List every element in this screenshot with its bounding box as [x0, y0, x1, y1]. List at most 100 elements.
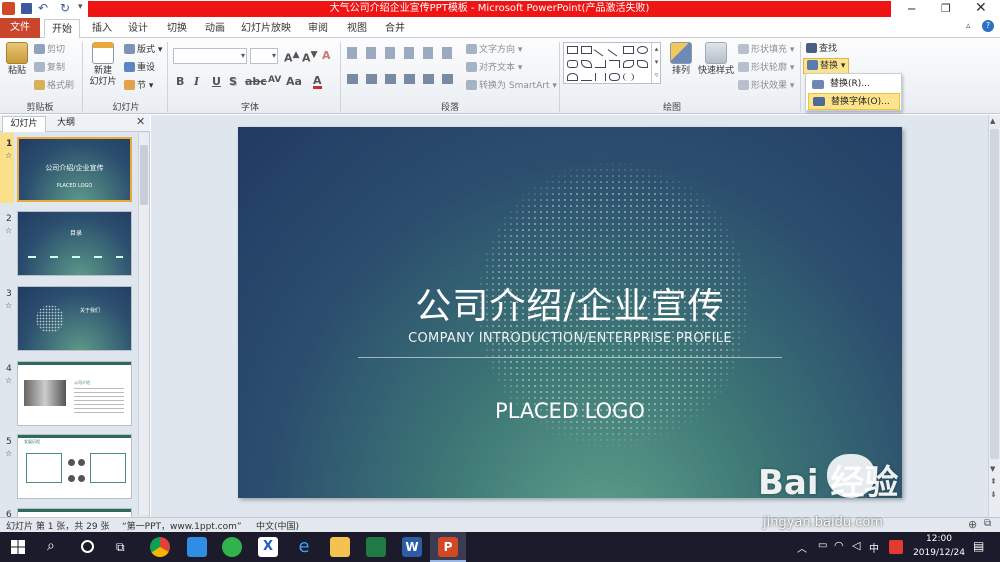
powerpoint-icon[interactable]: P [438, 537, 458, 557]
clock-time[interactable]: 12:00 [914, 534, 964, 544]
tab-review[interactable]: 审阅 [304, 19, 332, 38]
slide-thumbnail-4[interactable]: 公司介绍 [17, 361, 132, 426]
slide-thumbnail-6[interactable] [17, 508, 132, 517]
convert-smartart-button[interactable]: 转换为 SmartArt ▾ [466, 80, 557, 92]
text-direction-button[interactable]: 文字方向 ▾ [466, 44, 522, 56]
curve-shape-icon[interactable] [567, 73, 578, 81]
tab-view[interactable]: 视图 [343, 19, 371, 38]
powerpoint-app-icon[interactable] [2, 2, 15, 15]
font-name-combo[interactable] [173, 48, 247, 64]
network-icon[interactable]: ▭ [818, 540, 827, 551]
fit-to-window-icon[interactable]: ⧉ [984, 518, 991, 529]
save-icon[interactable] [21, 3, 32, 14]
wifi-icon[interactable]: ◠ [834, 539, 844, 552]
strikethrough-icon[interactable]: abc [245, 75, 267, 88]
paste-button[interactable]: 粘贴 [4, 42, 30, 77]
volume-icon[interactable]: ◁ [852, 539, 860, 552]
textbox-shape-icon[interactable] [567, 46, 578, 54]
chrome-icon[interactable] [150, 537, 170, 557]
copy-button[interactable]: 复制 [34, 62, 65, 74]
ime-indicator[interactable]: 中 [869, 540, 879, 555]
slide-thumbnail-5[interactable]: 发展历程 [17, 434, 132, 499]
excel-icon[interactable] [366, 537, 386, 557]
new-slide-button[interactable]: 新建 幻灯片 [86, 42, 120, 88]
star-shape-icon[interactable] [623, 73, 634, 81]
shadow-icon[interactable]: S [229, 75, 237, 88]
brace-shape-icon[interactable] [609, 73, 620, 81]
vertical-scrollbar[interactable]: ▲ ▼ ⇞ ⇟ [988, 115, 1000, 517]
collapse-ribbon-icon[interactable]: ▵ [966, 21, 971, 31]
find-button[interactable]: 查找 [806, 43, 837, 55]
replace-button[interactable]: 替换 ▾ [803, 58, 850, 74]
slide-thumbnail-2[interactable]: 目录 [17, 211, 132, 276]
clear-format-icon[interactable]: A [322, 49, 331, 62]
elbow2-shape-icon[interactable] [609, 60, 620, 68]
arrow-down-shape-icon[interactable] [637, 60, 648, 68]
chevron-down-icon[interactable]: ▾ [272, 51, 276, 60]
grow-font-icon[interactable]: A▲ [284, 49, 300, 65]
slide-subtitle[interactable]: COMPANY INTRODUCTION/ENTERPRISE PROFILE [238, 331, 902, 346]
format-painter-button[interactable]: 格式刷 [34, 80, 74, 92]
maximize-icon[interactable]: ❐ [941, 2, 951, 15]
help-icon[interactable]: ? [982, 20, 994, 32]
logo-placeholder[interactable]: PLACED LOGO [238, 399, 902, 423]
tab-insert[interactable]: 插入 [88, 19, 116, 38]
customize-qat-icon[interactable]: ▾ [78, 2, 83, 12]
bracket-shape-icon[interactable] [595, 73, 606, 81]
list-buttons[interactable] [347, 47, 457, 59]
shapes-gallery[interactable]: ▴ ▾ ▿ [563, 42, 661, 84]
tab-file[interactable]: 文件 [0, 18, 40, 38]
shape-fill-button[interactable]: 形状填充 ▾ [738, 44, 794, 56]
file-explorer-icon[interactable] [330, 537, 350, 557]
freeform-shape-icon[interactable] [581, 73, 592, 81]
cortana-icon[interactable] [81, 540, 94, 553]
prev-slide-icon[interactable]: ⇞ [990, 477, 997, 486]
tab-merge[interactable]: 合并 [381, 19, 409, 38]
search-icon[interactable]: ⌕ [47, 538, 55, 554]
close-panel-icon[interactable]: ✕ [136, 115, 145, 128]
layout-button[interactable]: 版式 ▾ [124, 44, 162, 56]
task-view-icon[interactable]: ⧉ [116, 540, 125, 555]
feishu-icon[interactable] [187, 537, 207, 557]
scrollbar-thumb[interactable] [140, 145, 148, 205]
oval-shape-icon[interactable] [637, 46, 648, 54]
scroll-up-icon[interactable]: ▲ [990, 117, 995, 125]
edge-icon[interactable]: e [294, 537, 314, 557]
arrow-right-shape-icon[interactable] [623, 60, 634, 68]
menu-item-replace-fonts[interactable]: 替换字体(O)... [808, 93, 900, 110]
cut-button[interactable]: 剪切 [34, 44, 65, 56]
word-icon[interactable]: W [402, 537, 422, 557]
shape-outline-button[interactable]: 形状轮廓 ▾ [738, 62, 794, 74]
reset-button[interactable]: 重设 [124, 62, 155, 74]
rounded-rect-shape-icon[interactable] [567, 60, 578, 68]
shrink-font-icon[interactable]: A▼ [302, 49, 318, 65]
align-buttons[interactable] [347, 74, 457, 84]
line-shape-icon[interactable] [593, 43, 608, 57]
redo-icon[interactable]: ↻ [60, 1, 70, 15]
quick-styles-button[interactable]: 快速样式 [697, 42, 735, 77]
notification-icon[interactable]: ▤ [973, 539, 984, 553]
tab-transitions[interactable]: 切换 [163, 19, 191, 38]
next-slide-icon[interactable]: ⇟ [990, 490, 997, 499]
clock-date[interactable]: 2019/12/24 [910, 548, 968, 558]
minimize-icon[interactable]: ─ [908, 2, 915, 16]
tab-design[interactable]: 设计 [124, 19, 152, 38]
tab-home[interactable]: 开始 [44, 19, 80, 39]
arrow-shape-icon[interactable] [607, 43, 622, 57]
wechat-icon[interactable] [222, 537, 242, 557]
align-text-button[interactable]: 对齐文本 ▾ [466, 62, 522, 74]
close-icon[interactable]: ✕ [975, 0, 987, 16]
bold-icon[interactable]: B [176, 75, 184, 88]
underline-icon[interactable]: U [212, 75, 221, 88]
font-color-icon[interactable]: A [313, 75, 322, 89]
section-button[interactable]: 节 ▾ [124, 80, 153, 92]
theme-status[interactable]: “第一PPT，www.1ppt.com” [122, 519, 242, 532]
rectangle-shape-icon[interactable] [623, 46, 634, 54]
elbow-shape-icon[interactable] [595, 60, 606, 68]
triangle-shape-icon[interactable] [581, 60, 592, 68]
slides-panel-scrollbar[interactable] [138, 133, 149, 515]
arrange-button[interactable]: 排列 [666, 42, 696, 77]
undo-icon[interactable]: ↶ [38, 1, 48, 15]
tab-outline[interactable]: 大纲 [52, 116, 80, 132]
scrollbar-thumb[interactable] [990, 129, 999, 459]
